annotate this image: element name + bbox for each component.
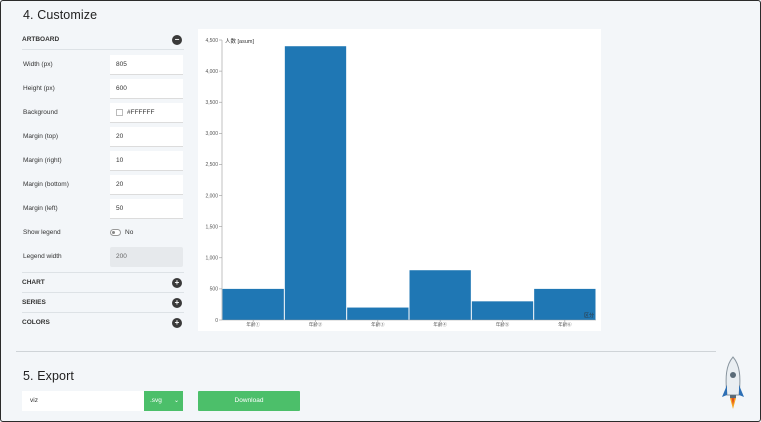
y-tick-label: 500 [210,287,219,293]
y-tick-label: 1,000 [205,256,218,262]
bar [347,307,409,320]
y-tick-label: 1,500 [205,224,218,230]
colors-section-label: COLORS [22,319,50,326]
margin-bottom-label: Margin (bottom) [23,181,69,188]
bar [409,270,471,320]
export-title: 5. Export [23,369,74,383]
x-tick-label: 年齢③ [371,321,385,328]
chart-section-label: CHART [22,279,45,286]
legend-width-input: 200 [110,247,183,267]
bar [284,46,347,320]
bar-chart: 0 500 1,000 1,500 2,000 2,500 3,000 3,500 4,000 4… [205,37,596,328]
show-legend-label: Show legend [23,229,61,236]
chart-section-header[interactable]: CHART + [22,273,184,293]
rocket-icon [722,356,744,409]
section-divider [16,351,716,352]
show-legend-toggle[interactable] [110,229,121,236]
show-legend-value: No [125,229,134,236]
background-row: Background #FFFFFF [22,103,184,127]
margin-top-row: Margin (top) 20 [22,127,184,151]
margin-left-input[interactable]: 50 [110,199,183,219]
margin-left-label: Margin (left) [23,205,58,212]
artboard-header[interactable]: ARTBOARD − [22,30,184,50]
height-row: Height (px) 600 [22,79,184,103]
height-label: Height (px) [23,85,55,92]
chart-preview: 0 500 1,000 1,500 2,000 2,500 3,000 3,500 4,000 4… [198,29,601,331]
x-tick-label: 年齢① [246,321,260,328]
colors-section-header[interactable]: COLORS + [22,313,184,333]
width-row: Width (px) 805 [22,55,184,79]
series-section-header[interactable]: SERIES + [22,293,184,313]
y-tick-label: 4,500 [205,38,218,44]
expand-icon[interactable]: + [172,278,182,288]
legend-width-label: Legend width [23,253,62,260]
y-tick-label: 0 [215,318,218,324]
x-tick-label: 年齢④ [433,321,447,328]
background-color-picker[interactable]: #FFFFFF [110,103,183,123]
download-button[interactable]: Download [198,391,300,411]
series-section-label: SERIES [22,299,46,306]
expand-icon[interactable]: + [172,298,182,308]
bar [222,288,284,320]
margin-right-label: Margin (right) [23,157,62,164]
y-tick-label: 3,500 [205,100,218,106]
bar [471,301,534,320]
x-axis-corner-label: 区分 [584,312,594,319]
show-legend-row: Show legend No [22,223,184,247]
artboard-label: ARTBOARD [22,36,60,43]
chevron-down-icon: ⌄ [173,398,179,404]
filename-input[interactable]: viz [22,391,144,411]
legend-width-row: Legend width 200 [22,247,184,271]
y-tick-label: 2,500 [205,162,218,168]
width-label: Width (px) [23,61,53,68]
y-tick-label: 4,000 [205,69,218,75]
customize-title: 4. Customize [23,8,98,22]
margin-bottom-row: Margin (bottom) 20 [22,175,184,199]
collapse-icon[interactable]: − [172,35,182,45]
color-swatch[interactable] [116,108,123,116]
background-value: #FFFFFF [127,109,155,116]
background-label: Background [23,109,58,116]
x-tick-label: 年齢⑤ [496,321,510,328]
margin-top-input[interactable]: 20 [110,127,183,147]
x-tick-label: 年齢② [309,321,323,328]
customize-panel: ARTBOARD − Width (px) 805 Height (px) 60… [22,30,184,333]
margin-top-label: Margin (top) [23,133,59,140]
width-input[interactable]: 805 [110,55,183,75]
margin-bottom-input[interactable]: 20 [110,175,183,195]
margin-left-row: Margin (left) 50 [22,199,184,223]
y-axis-label: 人数 [asum] [225,37,255,45]
y-tick-label: 2,000 [205,193,218,199]
y-tick-label: 3,000 [205,131,218,137]
expand-icon[interactable]: + [172,318,182,328]
margin-right-input[interactable]: 10 [110,151,183,171]
height-input[interactable]: 600 [110,79,183,99]
format-select[interactable]: .svg ⌄ [144,391,183,411]
margin-right-row: Margin (right) 10 [22,151,184,175]
format-label: .svg [150,397,162,404]
x-tick-label: 年齢⑥ [558,321,572,328]
